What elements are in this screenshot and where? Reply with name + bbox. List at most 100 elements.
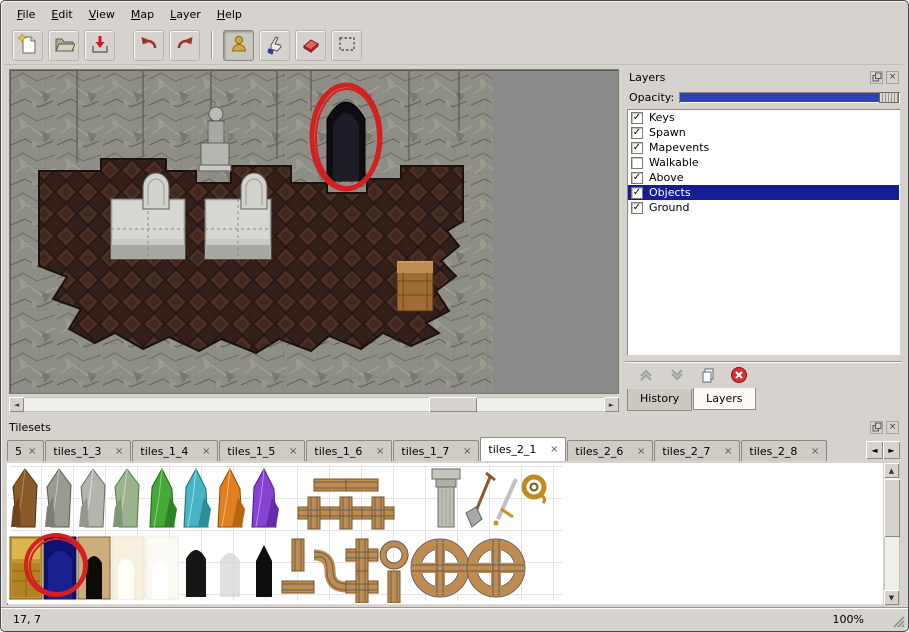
tab-scroll-right-button[interactable]: ► (883, 441, 900, 459)
menu-file[interactable]: File (10, 5, 42, 24)
duplicate-layer-button[interactable] (697, 365, 719, 385)
delete-layer-button[interactable] (728, 365, 750, 385)
opacity-slider-handle[interactable] (879, 92, 899, 103)
tile-track-straight[interactable] (346, 479, 378, 491)
tab-close-icon[interactable]: × (202, 446, 210, 457)
new-file-button[interactable] (12, 30, 43, 61)
tileset-canvas[interactable] (7, 463, 883, 605)
map-horizontal-scrollbar[interactable]: ◄ ► (9, 397, 619, 412)
scrollbar-thumb[interactable] (429, 397, 477, 412)
layer-name: Walkable (649, 156, 699, 169)
tab-close-icon[interactable]: × (463, 446, 471, 457)
layer-row-keys[interactable]: ✓Keys (628, 110, 899, 125)
layer-row-ground[interactable]: ✓Ground (628, 200, 899, 215)
tab-close-icon[interactable]: × (637, 446, 645, 457)
menu-layer[interactable]: Layer (163, 5, 208, 24)
layer-row-spawn[interactable]: ✓Spawn (628, 125, 899, 140)
tab-close-icon[interactable]: × (115, 446, 123, 457)
tab-label: tiles_1_4 (140, 445, 188, 458)
tab-label: 5 (15, 445, 22, 458)
tileset-tab-tiles_1_5[interactable]: tiles_1_5× (219, 440, 305, 461)
opacity-label: Opacity: (625, 91, 679, 104)
toolbar (4, 26, 905, 65)
scrollbar-thumb[interactable] (884, 479, 900, 537)
tab-label: tiles_2_7 (662, 445, 710, 458)
stamp-tool-button[interactable] (223, 30, 254, 61)
select-tool-button[interactable] (331, 30, 362, 61)
menu-view[interactable]: View (82, 5, 122, 24)
layer-row-objects[interactable]: ✓Objects (628, 185, 899, 200)
tile-track-straight[interactable] (282, 581, 314, 593)
menu-edit[interactable]: Edit (44, 5, 79, 24)
resize-grip[interactable] (892, 615, 905, 628)
close-panel-button[interactable]: × (886, 71, 899, 84)
tab-label: tiles_2_8 (749, 445, 797, 458)
tile-track-roundabout[interactable] (467, 539, 525, 597)
tileset-tab-tiles_1_7[interactable]: tiles_1_7× (393, 440, 479, 461)
close-tilesets-button[interactable]: × (886, 421, 899, 434)
float-tilesets-button[interactable] (870, 421, 883, 434)
layer-row-mapevents[interactable]: ✓Mapevents (628, 140, 899, 155)
tab-label: tiles_1_6 (314, 445, 362, 458)
tile-door-pale[interactable] (112, 537, 144, 599)
menu-help[interactable]: Help (210, 5, 249, 24)
scroll-right-button[interactable]: ► (604, 397, 619, 412)
eraser-tool-icon (300, 33, 322, 58)
layer-visibility-checkbox[interactable]: ✓ (631, 112, 643, 124)
redo-button[interactable] (169, 30, 200, 61)
map-viewport[interactable] (9, 69, 619, 394)
tile-door-tan[interactable] (78, 537, 110, 599)
move-layer-up-button[interactable] (635, 365, 657, 385)
fill-tool-button[interactable] (259, 30, 290, 61)
status-bar: 17, 7 100% (1, 607, 908, 631)
move-layer-down-button[interactable] (666, 365, 688, 385)
undo-button[interactable] (133, 30, 164, 61)
tile-track-straight[interactable] (314, 479, 346, 491)
tab-close-icon[interactable]: × (550, 444, 558, 455)
tileset-vertical-scrollbar[interactable]: ▲ ▼ (884, 463, 900, 605)
scroll-up-button[interactable]: ▲ (884, 463, 899, 478)
tileset-tab-tiles_2_7[interactable]: tiles_2_7 × (654, 440, 740, 461)
tileset-tab-5[interactable]: 5× (7, 440, 44, 461)
layer-visibility-checkbox[interactable]: ✓ (631, 142, 643, 154)
tile-track-vertical[interactable] (292, 539, 304, 571)
tileset-tab-tiles_2_8[interactable]: tiles_2_8 × (741, 440, 827, 461)
tab-scroll-left-button[interactable]: ◄ (866, 441, 883, 459)
layer-row-walkable[interactable]: Walkable (628, 155, 899, 170)
layer-visibility-checkbox[interactable]: ✓ (631, 202, 643, 214)
menu-map[interactable]: Map (124, 5, 161, 24)
tileset-tab-tiles_1_3[interactable]: tiles_1_3× (45, 440, 131, 461)
tile-track-roundabout[interactable] (411, 539, 469, 597)
tile-track-vertical[interactable] (388, 571, 400, 603)
panel-tab-layers[interactable]: Layers (693, 388, 755, 410)
layers-panel-header: Layers × (625, 69, 902, 85)
scroll-left-button[interactable]: ◄ (9, 397, 24, 412)
eraser-tool-button[interactable] (295, 30, 326, 61)
tileset-tab-tiles_1_4[interactable]: tiles_1_4 × (132, 440, 218, 461)
tab-close-icon[interactable]: × (289, 446, 297, 457)
scroll-up-icon: ▲ (889, 467, 894, 475)
tile-arch-faint[interactable] (220, 553, 240, 597)
tile-arch-black[interactable] (186, 550, 206, 597)
tileset-tab-tiles_2_6[interactable]: tiles_2_6× (567, 440, 653, 461)
layer-visibility-checkbox[interactable]: ✓ (631, 187, 643, 199)
layer-row-above[interactable]: ✓Above (628, 170, 899, 185)
tab-close-icon[interactable]: × (28, 446, 36, 457)
tab-close-icon[interactable]: × (811, 446, 819, 457)
layer-visibility-checkbox[interactable]: ✓ (631, 127, 643, 139)
tile-door-white[interactable] (146, 537, 178, 599)
tab-close-icon[interactable]: × (376, 446, 384, 457)
opacity-slider[interactable] (679, 92, 900, 103)
save-file-button[interactable] (84, 30, 115, 61)
layer-visibility-checkbox[interactable]: ✓ (631, 172, 643, 184)
tileset-tab-tiles_1_6[interactable]: tiles_1_6 × (306, 440, 392, 461)
panel-tab-history[interactable]: History (627, 389, 692, 411)
open-file-button[interactable] (48, 30, 79, 61)
layer-visibility-checkbox[interactable] (631, 157, 643, 169)
close-panel-icon: × (889, 72, 897, 82)
scroll-down-button[interactable]: ▼ (884, 590, 899, 605)
tab-close-icon[interactable]: × (724, 446, 732, 457)
float-panel-button[interactable] (870, 71, 883, 84)
tileset-tab-tiles_2_1[interactable]: tiles_2_1× (480, 437, 566, 461)
save-icon (89, 33, 111, 58)
